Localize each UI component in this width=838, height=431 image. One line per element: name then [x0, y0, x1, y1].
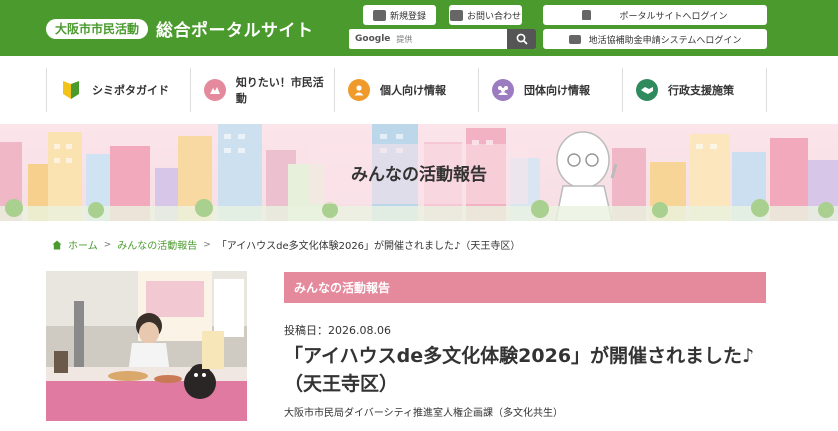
mountain-icon	[204, 79, 226, 101]
site-logo[interactable]: 大阪市市民活動 総合ポータルサイト	[46, 16, 314, 41]
contact-label: お問い合わせ	[466, 11, 521, 22]
portal-login-label: ポータルサイトへログイン	[619, 11, 728, 22]
portal-login-button[interactable]: ポータルサイトへログイン	[543, 5, 767, 25]
mail-icon	[449, 9, 463, 21]
handshake-icon	[636, 79, 658, 101]
article-title: 「アイハウスde多文化体験2026」が開催されました♪（天王寺区）	[284, 345, 755, 395]
main-nav: シミポタガイド 知りたい！市民活動 個人向け情報 団体向け情報 行政支援施策	[0, 56, 838, 124]
grant-login-button[interactable]: 地活協補助金申請システムへログイン	[543, 29, 767, 49]
nav-item-personal[interactable]: 個人向け情報	[334, 68, 478, 112]
search-input[interactable]	[390, 29, 507, 49]
computer-icon	[568, 34, 581, 44]
article-department: 大阪市市民局ダイバーシティ推進室人権企画課（多文化共生）	[284, 408, 563, 419]
beginner-leaf-icon	[60, 79, 82, 101]
nav-item-group[interactable]: 団体向け情報	[478, 68, 622, 112]
contact-button[interactable]: お問い合わせ	[449, 5, 522, 25]
nav-item-learn[interactable]: 知りたい！市民活動	[190, 68, 334, 112]
lock-icon	[582, 10, 592, 20]
site-header: 大阪市市民活動 総合ポータルサイト 新規登録 お問い合わせ ポータルサイトへログ…	[0, 0, 838, 56]
page-title: みんなの活動報告	[351, 165, 487, 185]
search-icon	[516, 33, 528, 45]
site-search: Google	[349, 29, 536, 49]
nav-item-admin[interactable]: 行政支援施策	[622, 68, 767, 112]
breadcrumb-home-link[interactable]: ホーム	[68, 237, 98, 252]
breadcrumb: ホーム > みんなの活動報告 > 「アイハウスde多文化体験2026」が開催され…	[52, 237, 520, 252]
register-icon	[372, 9, 386, 21]
logo-pill: 大阪市市民活動	[46, 18, 149, 39]
breadcrumb-current: 「アイハウスde多文化体験2026」が開催されました♪（天王寺区）	[216, 241, 521, 252]
page-banner: みんなの活動報告	[0, 124, 838, 221]
search-button[interactable]	[507, 29, 536, 49]
breadcrumb-separator: >	[203, 239, 211, 250]
register-button[interactable]: 新規登録	[363, 5, 436, 25]
search-brand: Google	[355, 34, 391, 44]
group-icon	[492, 79, 514, 101]
register-label: 新規登録	[389, 11, 426, 22]
breadcrumb-section-link[interactable]: みんなの活動報告	[117, 237, 197, 252]
breadcrumb-separator: >	[103, 239, 112, 250]
nav-label: 行政支援施策	[668, 84, 734, 97]
nav-label: 知りたい！市民活動	[235, 76, 324, 105]
nav-label: 団体向け情報	[524, 84, 590, 97]
post-date: 投稿日：2026.08.06	[284, 324, 391, 337]
nav-label: 個人向け情報	[380, 84, 446, 97]
event-photo-illustration	[46, 271, 247, 421]
person-icon	[348, 79, 370, 101]
nav-item-guide[interactable]: シミポタガイド	[46, 68, 190, 112]
nav-label: シミポタガイド	[92, 84, 169, 97]
logo-title: 総合ポータルサイト	[156, 21, 314, 41]
home-icon	[52, 240, 62, 249]
grant-login-label: 地活協補助金申請システムへログイン	[588, 35, 742, 46]
article-photo[interactable]	[46, 271, 247, 421]
section-header-bar: みんなの活動報告	[284, 272, 766, 303]
